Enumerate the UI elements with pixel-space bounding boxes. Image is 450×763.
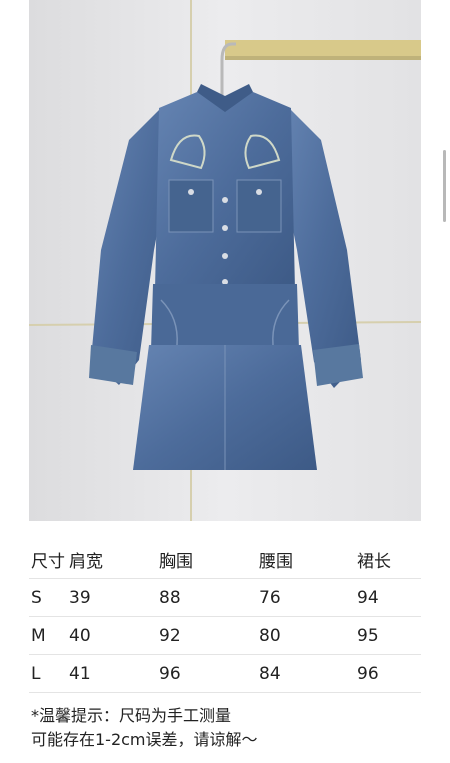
cell-length: 94 — [357, 578, 421, 617]
hanger-rail — [225, 40, 421, 56]
cell-size: S — [31, 587, 42, 608]
cell-shoulder: 39 — [69, 587, 91, 608]
cell-size-shoulder: M 40 — [29, 616, 159, 655]
cell-length: 96 — [357, 654, 421, 693]
note-line-1: *温馨提示：尺码为手工测量 — [31, 706, 232, 725]
header-length: 裙长 — [357, 541, 421, 579]
left-cuff — [89, 345, 137, 385]
cell-chest: 92 — [159, 616, 259, 655]
table-row: S 39 88 76 94 — [29, 578, 421, 617]
table-row: M 40 92 80 95 — [29, 616, 421, 655]
cell-shoulder: 41 — [69, 663, 91, 684]
cell-length: 95 — [357, 616, 421, 655]
cell-size: L — [31, 663, 41, 684]
denim-dress-illustration — [29, 0, 421, 521]
cell-chest: 88 — [159, 578, 259, 617]
header-shoulder: 肩宽 — [69, 552, 103, 572]
note-line-2: 可能存在1-2cm误差，请谅解～ — [31, 730, 258, 749]
hanger-rail-shadow — [225, 56, 421, 60]
cell-chest: 96 — [159, 654, 259, 693]
header-size: 尺寸 — [31, 552, 65, 572]
header-size-shoulder: 尺寸 肩宽 — [29, 541, 159, 579]
cell-size-shoulder: S 39 — [29, 578, 159, 617]
left-chest-pocket — [168, 179, 214, 233]
right-chest-pocket — [236, 179, 282, 233]
scrollbar[interactable] — [443, 150, 446, 222]
table-row: L 41 96 84 96 — [29, 654, 421, 693]
product-photo — [29, 0, 421, 521]
header-waist: 腰围 — [259, 541, 357, 579]
measurement-note: *温馨提示：尺码为手工测量 可能存在1-2cm误差，请谅解～ — [31, 704, 421, 752]
cell-size: M — [31, 625, 46, 646]
cell-waist: 84 — [259, 654, 357, 693]
header-chest: 胸围 — [159, 541, 259, 579]
cell-size-shoulder: L 41 — [29, 654, 159, 693]
cell-waist: 76 — [259, 578, 357, 617]
size-table: 尺寸 肩宽 胸围 腰围 裙长 S 39 88 76 94 M 40 92 80 95 … — [29, 541, 421, 693]
cell-waist: 80 — [259, 616, 357, 655]
cell-shoulder: 40 — [69, 625, 91, 646]
size-table-header: 尺寸 肩宽 胸围 腰围 裙长 — [29, 541, 421, 579]
